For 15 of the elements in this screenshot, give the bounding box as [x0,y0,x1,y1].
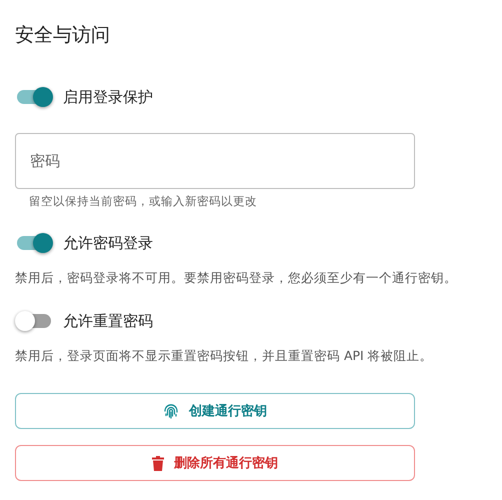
section-title: 安全与访问 [15,23,111,48]
toggle-label: 启用登录保护 [63,88,153,106]
field-hint: 留空以保持当前密码，或输入新密码以更改 [29,194,258,209]
toggle-switch[interactable] [15,85,53,109]
toggle-switch[interactable] [15,309,53,333]
password-field[interactable]: 密码 [15,133,415,189]
toggle-label: 允许密码登录 [63,234,153,252]
toggle-label: 允许重置密码 [63,312,153,330]
toggle-switch[interactable] [15,231,53,255]
setting-description: 禁用后，登录页面将不显示重置密码按钮，并且重置密码 API 将被阻止。 [15,347,433,365]
delete-passkeys-button[interactable]: 删除所有通行密钥 [15,445,415,481]
trash-icon [152,456,164,470]
setting-description: 禁用后，密码登录将不可用。要禁用密码登录，您必须至少有一个通行密钥。 [15,269,457,287]
fingerprint-icon [163,402,179,420]
create-passkey-button[interactable]: 创建通行密钥 [15,393,415,429]
